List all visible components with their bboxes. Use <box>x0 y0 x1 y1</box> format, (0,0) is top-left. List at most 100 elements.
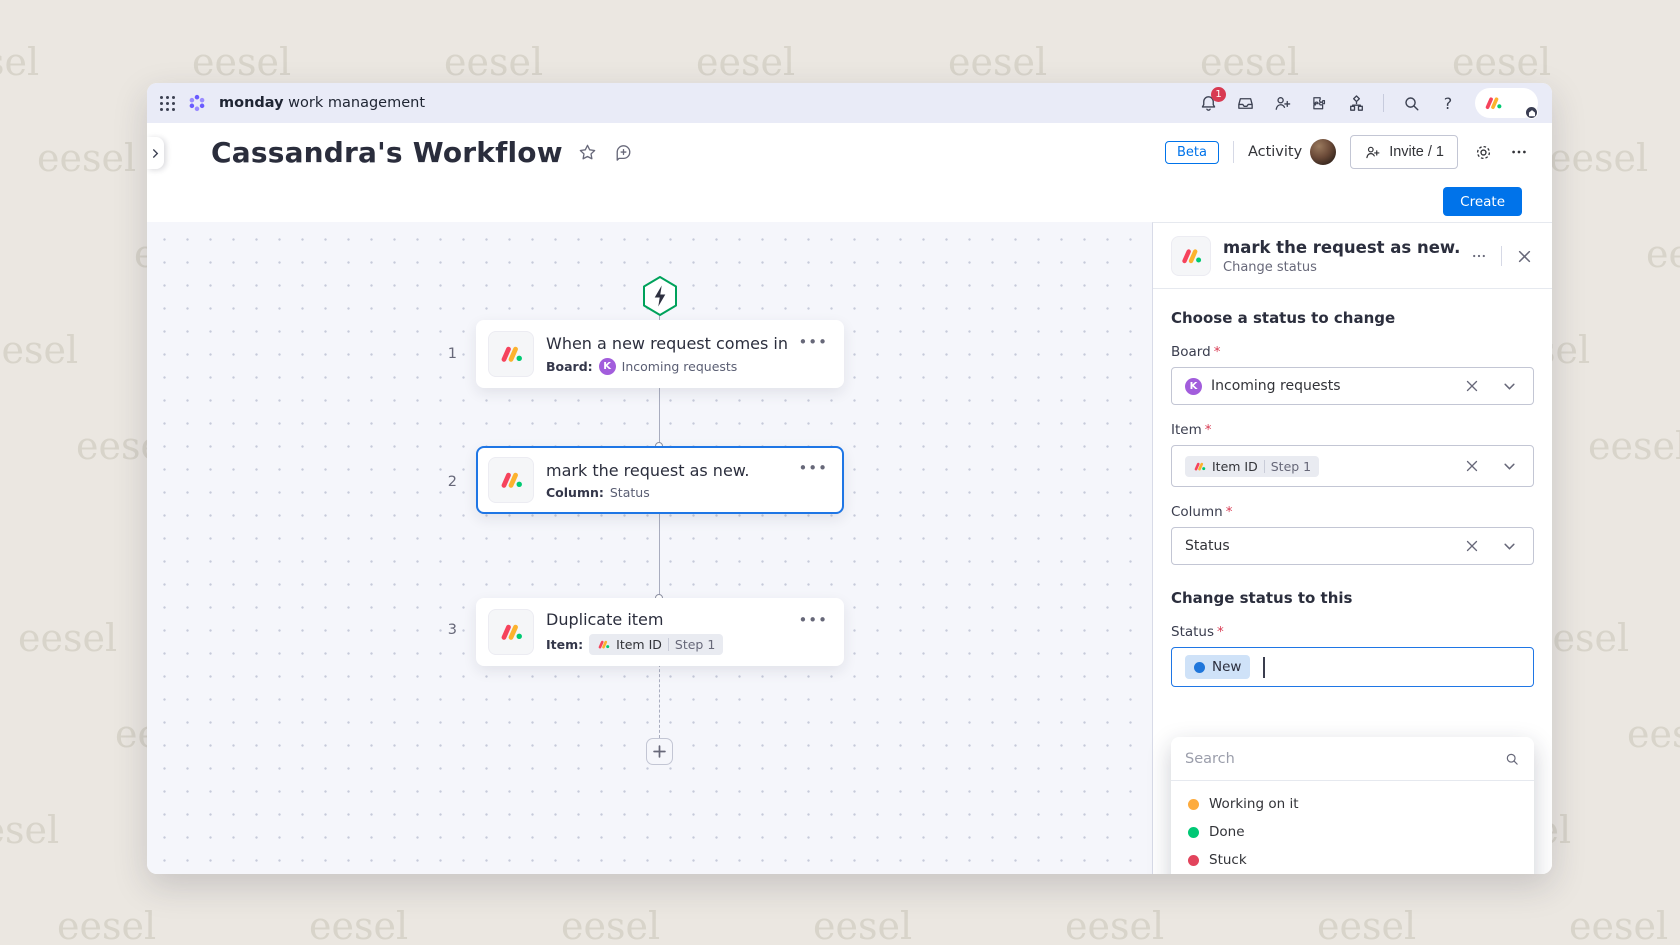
product-switcher-icon[interactable] <box>1346 93 1366 113</box>
clear-field-icon[interactable] <box>1460 374 1484 398</box>
item-field[interactable]: Item ID Step 1 <box>1171 445 1534 487</box>
chevron-down-icon[interactable] <box>1497 454 1521 478</box>
add-step-button[interactable] <box>646 738 673 765</box>
status-field-label: Status* <box>1171 624 1534 640</box>
required-asterisk: * <box>1217 624 1224 640</box>
panel-title: mark the request as new. <box>1223 238 1455 257</box>
help-icon[interactable]: ? <box>1438 93 1458 113</box>
status-field[interactable]: New <box>1171 647 1534 687</box>
board-header: Cassandra's Workflow Beta Activity <box>147 123 1552 181</box>
brand-rest: work management <box>284 95 425 111</box>
status-option-label: Stuck <box>1209 852 1247 868</box>
required-asterisk: * <box>1205 422 1212 438</box>
step-menu-icon[interactable]: ••• <box>794 609 832 631</box>
panel-more-options-icon[interactable] <box>1467 244 1491 268</box>
required-asterisk: * <box>1226 504 1233 520</box>
chevron-down-icon[interactable] <box>1497 374 1521 398</box>
apps-marketplace-icon[interactable] <box>1309 93 1329 113</box>
invite-label: Invite / 1 <box>1389 144 1444 160</box>
monday-app-icon <box>488 457 534 503</box>
step-field-value: Status <box>610 485 650 500</box>
watermark-text: eesel <box>1452 40 1551 84</box>
clear-field-icon[interactable] <box>1460 534 1484 558</box>
workflow-step-card-1[interactable]: When a new request comes in Board: K Inc… <box>476 320 844 388</box>
chip-divider <box>1264 460 1265 473</box>
step-config-panel: mark the request as new. Change status C… <box>1152 222 1552 874</box>
text-cursor <box>1263 657 1265 678</box>
watermark-text: eesel <box>1588 424 1680 468</box>
trigger-hexagon-icon[interactable] <box>639 274 681 322</box>
comment-plus-icon[interactable] <box>613 141 635 163</box>
settings-gear-icon[interactable] <box>1472 141 1494 163</box>
watermark-text: eesel <box>0 328 78 372</box>
monday-flower-logo-icon[interactable] <box>187 93 207 113</box>
watermark-text: eesel <box>1317 904 1416 945</box>
watermark-text: eesel <box>1065 904 1164 945</box>
search-icon <box>1504 751 1520 767</box>
step-title: Duplicate item <box>546 610 782 629</box>
step-field-value: Incoming requests <box>622 359 738 374</box>
board-field-value: Incoming requests <box>1211 378 1341 394</box>
watermark-text: eesel <box>948 40 1047 84</box>
item-field-label: Item* <box>1171 422 1534 438</box>
panel-header-divider <box>1501 246 1502 266</box>
notifications-bell-icon[interactable]: 1 <box>1198 93 1218 113</box>
workflow-step-card-3[interactable]: Duplicate item Item: Item ID Step 1 <box>476 598 844 666</box>
board-field-label: Board* <box>1171 344 1534 360</box>
status-dot <box>1188 799 1199 810</box>
search-icon[interactable] <box>1401 93 1421 113</box>
watermark-text: eesel <box>0 40 39 84</box>
status-option-stuck[interactable]: Stuck <box>1175 846 1530 874</box>
watermark-text: eesel <box>1627 712 1680 756</box>
chip-secondary-label: Step 1 <box>1271 459 1311 474</box>
create-button[interactable]: Create <box>1443 187 1522 216</box>
clear-field-icon[interactable] <box>1460 454 1484 478</box>
topbar: monday work management 1 <box>147 83 1552 123</box>
chip-primary-label: Item ID <box>616 637 662 652</box>
connector-line-dashed <box>659 664 660 738</box>
step-number: 1 <box>429 346 457 362</box>
profile-pill[interactable] <box>1475 88 1538 118</box>
watermark-text: eesel <box>309 904 408 945</box>
monday-logo-mark-icon <box>1483 93 1503 113</box>
status-option-done[interactable]: Done <box>1175 818 1530 846</box>
workflow-step-card-2[interactable]: mark the request as new. Column: Status … <box>476 446 844 514</box>
step-menu-icon[interactable]: ••• <box>794 457 832 479</box>
favorite-star-icon[interactable] <box>577 141 599 163</box>
step-title: mark the request as new. <box>546 461 782 480</box>
dropdown-search-input[interactable] <box>1185 751 1496 767</box>
app-launcher-icon[interactable] <box>157 93 177 113</box>
monday-mini-logo-icon <box>597 638 610 651</box>
step-menu-icon[interactable]: ••• <box>794 331 832 353</box>
expand-sidebar-button[interactable] <box>147 137 164 169</box>
inbox-icon[interactable] <box>1235 93 1255 113</box>
status-option-label: Done <box>1209 824 1245 840</box>
watermark-text: eesel <box>18 616 117 660</box>
chip-divider <box>668 638 669 651</box>
column-field-label: Column* <box>1171 504 1534 520</box>
status-chip-label: New <box>1212 659 1241 675</box>
page-title: Cassandra's Workflow <box>211 136 563 169</box>
board-field[interactable]: K Incoming requests <box>1171 367 1534 405</box>
activity-button[interactable]: Activity <box>1248 139 1336 165</box>
column-field-value: Status <box>1185 538 1230 554</box>
item-reference-chip: Item ID Step 1 <box>589 634 723 655</box>
beta-badge: Beta <box>1165 141 1219 164</box>
column-field[interactable]: Status <box>1171 527 1534 565</box>
watermark-text: eesel <box>813 904 912 945</box>
topbar-divider <box>1383 94 1384 112</box>
panel-close-icon[interactable] <box>1512 244 1536 268</box>
invite-button[interactable]: Invite / 1 <box>1350 135 1458 169</box>
board-badge: K <box>1185 378 1202 395</box>
status-option-working-on-it[interactable]: Working on it <box>1175 790 1530 818</box>
header-more-options-icon[interactable] <box>1508 141 1530 163</box>
step-field-label: Item: <box>546 637 583 652</box>
home-badge-icon <box>1525 106 1538 119</box>
status-dot <box>1188 827 1199 838</box>
watermark-text: eesel <box>1200 40 1299 84</box>
invite-members-icon[interactable] <box>1272 93 1292 113</box>
section-title-change-status: Change status to this <box>1171 589 1534 607</box>
section-title-choose-status: Choose a status to change <box>1171 309 1534 327</box>
chevron-down-icon[interactable] <box>1497 534 1521 558</box>
step-field-label: Column: <box>546 485 604 500</box>
